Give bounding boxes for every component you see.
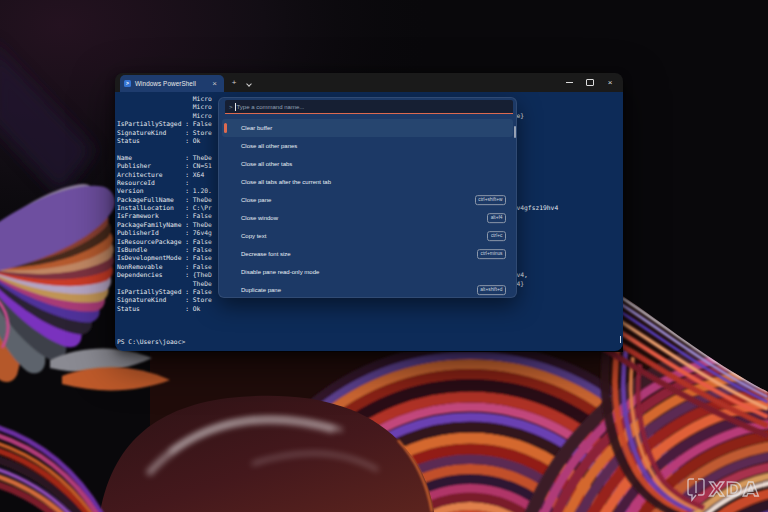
maximize-button[interactable]: [580, 73, 600, 92]
minimize-icon: [566, 82, 573, 83]
command-label: Close all tabs after the current tab: [241, 179, 331, 185]
terminal-line: [117, 322, 212, 330]
input-cursor: [235, 103, 236, 111]
command-label: Close all other panes: [241, 143, 297, 149]
minimize-button[interactable]: [559, 73, 579, 92]
shortcut-badge: ctrl+c: [487, 231, 506, 241]
terminal-line: SignatureKind : Store: [117, 129, 212, 137]
terminal-line: [117, 313, 212, 321]
terminal-line: IsDevelopmentMode : False: [117, 254, 212, 262]
terminal-line: [117, 330, 212, 338]
terminal-scrollbar-thumb[interactable]: [620, 336, 622, 343]
terminal-line: Dependencies : {TheD: [117, 271, 212, 279]
command-palette: > Type a command name... Clear buffer Clo…: [218, 97, 517, 298]
command-item[interactable]: Clear buffer: [222, 119, 513, 137]
terminal-output: Micro Micro MicroIsPartiallyStaged : Fal…: [117, 95, 212, 347]
prompt-char: >: [229, 104, 233, 110]
shortcut-badge: alt+f4: [487, 213, 506, 223]
terminal-line: InstallLocation : C:\Pr: [117, 204, 212, 212]
terminal-line: PublisherId : 76v4g: [117, 229, 212, 237]
maximize-icon: [586, 79, 594, 87]
command-item[interactable]: Close all other tabs: [222, 155, 513, 173]
palette-scrollbar-thumb[interactable]: [514, 126, 516, 138]
command-list: Clear buffer Close all other panes Close a…: [222, 119, 513, 298]
terminal-line: Micro: [117, 95, 212, 103]
tab-dropdown-button[interactable]: [243, 73, 255, 92]
terminal-line: PS C:\Users\joaoc>: [117, 338, 212, 346]
chevron-down-icon: [246, 81, 252, 87]
terminal-line: Version : 1.20.: [117, 187, 212, 195]
command-label: Close window: [241, 215, 278, 221]
tab-title: Windows PowerShell: [135, 80, 196, 87]
terminal-line: PackageFamilyName : TheDe: [117, 221, 212, 229]
shortcut-badge: alt+shift+d: [477, 285, 506, 295]
terminal-content: Micro Micro MicroIsPartiallyStaged : Fal…: [115, 92, 623, 351]
command-item[interactable]: Copy text ctrl+c: [222, 227, 513, 245]
command-input[interactable]: > Type a command name...: [225, 100, 513, 114]
terminal-line: IsFramework : False: [117, 212, 212, 220]
terminal-line: Architecture : X64: [117, 171, 212, 179]
command-item[interactable]: Close all tabs after the current tab: [222, 173, 513, 191]
title-bar: > Windows PowerShell × + ×: [115, 73, 623, 92]
terminal-line: [117, 145, 212, 153]
command-label: Clear buffer: [241, 125, 272, 131]
shortcut-badge: ctrl+shift+w: [475, 195, 506, 205]
terminal-line: ResourceId :: [117, 179, 212, 187]
terminal-window: > Windows PowerShell × + × Micro Micro M…: [115, 73, 623, 351]
command-label: Close all other tabs: [241, 161, 292, 167]
terminal-line: SignatureKind : Store: [117, 296, 212, 304]
terminal-line: IsPartiallyStaged : False: [117, 120, 212, 128]
command-label: Duplicate pane: [241, 287, 281, 293]
command-item[interactable]: Close all other panes: [222, 137, 513, 155]
input-placeholder: Type a command name...: [237, 104, 305, 110]
command-label: Copy text: [241, 233, 266, 239]
terminal-line: TheDe: [117, 280, 212, 288]
command-item[interactable]: Decrease font size ctrl+minus: [222, 245, 513, 263]
xda-watermark-text: XDA: [709, 477, 760, 501]
tab-close-icon[interactable]: ×: [212, 75, 217, 92]
terminal-line-overflow: v4,: [517, 271, 528, 279]
terminal-line-overflow: e}: [517, 112, 525, 120]
terminal-line: Name : TheDe: [117, 154, 212, 162]
command-item[interactable]: Close pane ctrl+shift+w: [222, 191, 513, 209]
terminal-line-overflow: v4gfsz19hv4: [517, 204, 559, 212]
tab-windows-powershell[interactable]: > Windows PowerShell ×: [120, 75, 224, 92]
terminal-line-overflow: 4}: [517, 280, 525, 288]
terminal-line: IsBundle : False: [117, 246, 212, 254]
terminal-line: Status : Ok: [117, 305, 212, 313]
command-label: Close pane: [241, 197, 271, 203]
command-label: Disable pane read-only mode: [241, 269, 319, 275]
terminal-line: PackageFullName : TheDe: [117, 196, 212, 204]
terminal-line: Micro: [117, 112, 212, 120]
terminal-line: NonRemovable : False: [117, 263, 212, 271]
shortcut-badge: ctrl+minus: [477, 249, 506, 259]
terminal-line: Publisher : CN=51: [117, 162, 212, 170]
close-button[interactable]: ×: [600, 73, 620, 92]
terminal-line: Status : Ok: [117, 137, 212, 145]
close-icon: ×: [608, 78, 613, 87]
new-tab-button[interactable]: +: [227, 73, 241, 92]
terminal-line: IsResourcePackage : False: [117, 238, 212, 246]
command-label: Decrease font size: [241, 251, 291, 257]
command-item[interactable]: Duplicate pane alt+shift+d: [222, 281, 513, 298]
command-item[interactable]: Close window alt+f4: [222, 209, 513, 227]
command-item[interactable]: Disable pane read-only mode: [222, 263, 513, 281]
terminal-line: IsPartiallyStaged : False: [117, 288, 212, 296]
selection-accent-bar: [224, 123, 227, 133]
powershell-icon: >: [124, 80, 131, 87]
xda-watermark: XDA: [686, 473, 760, 505]
terminal-line: Micro: [117, 103, 212, 111]
